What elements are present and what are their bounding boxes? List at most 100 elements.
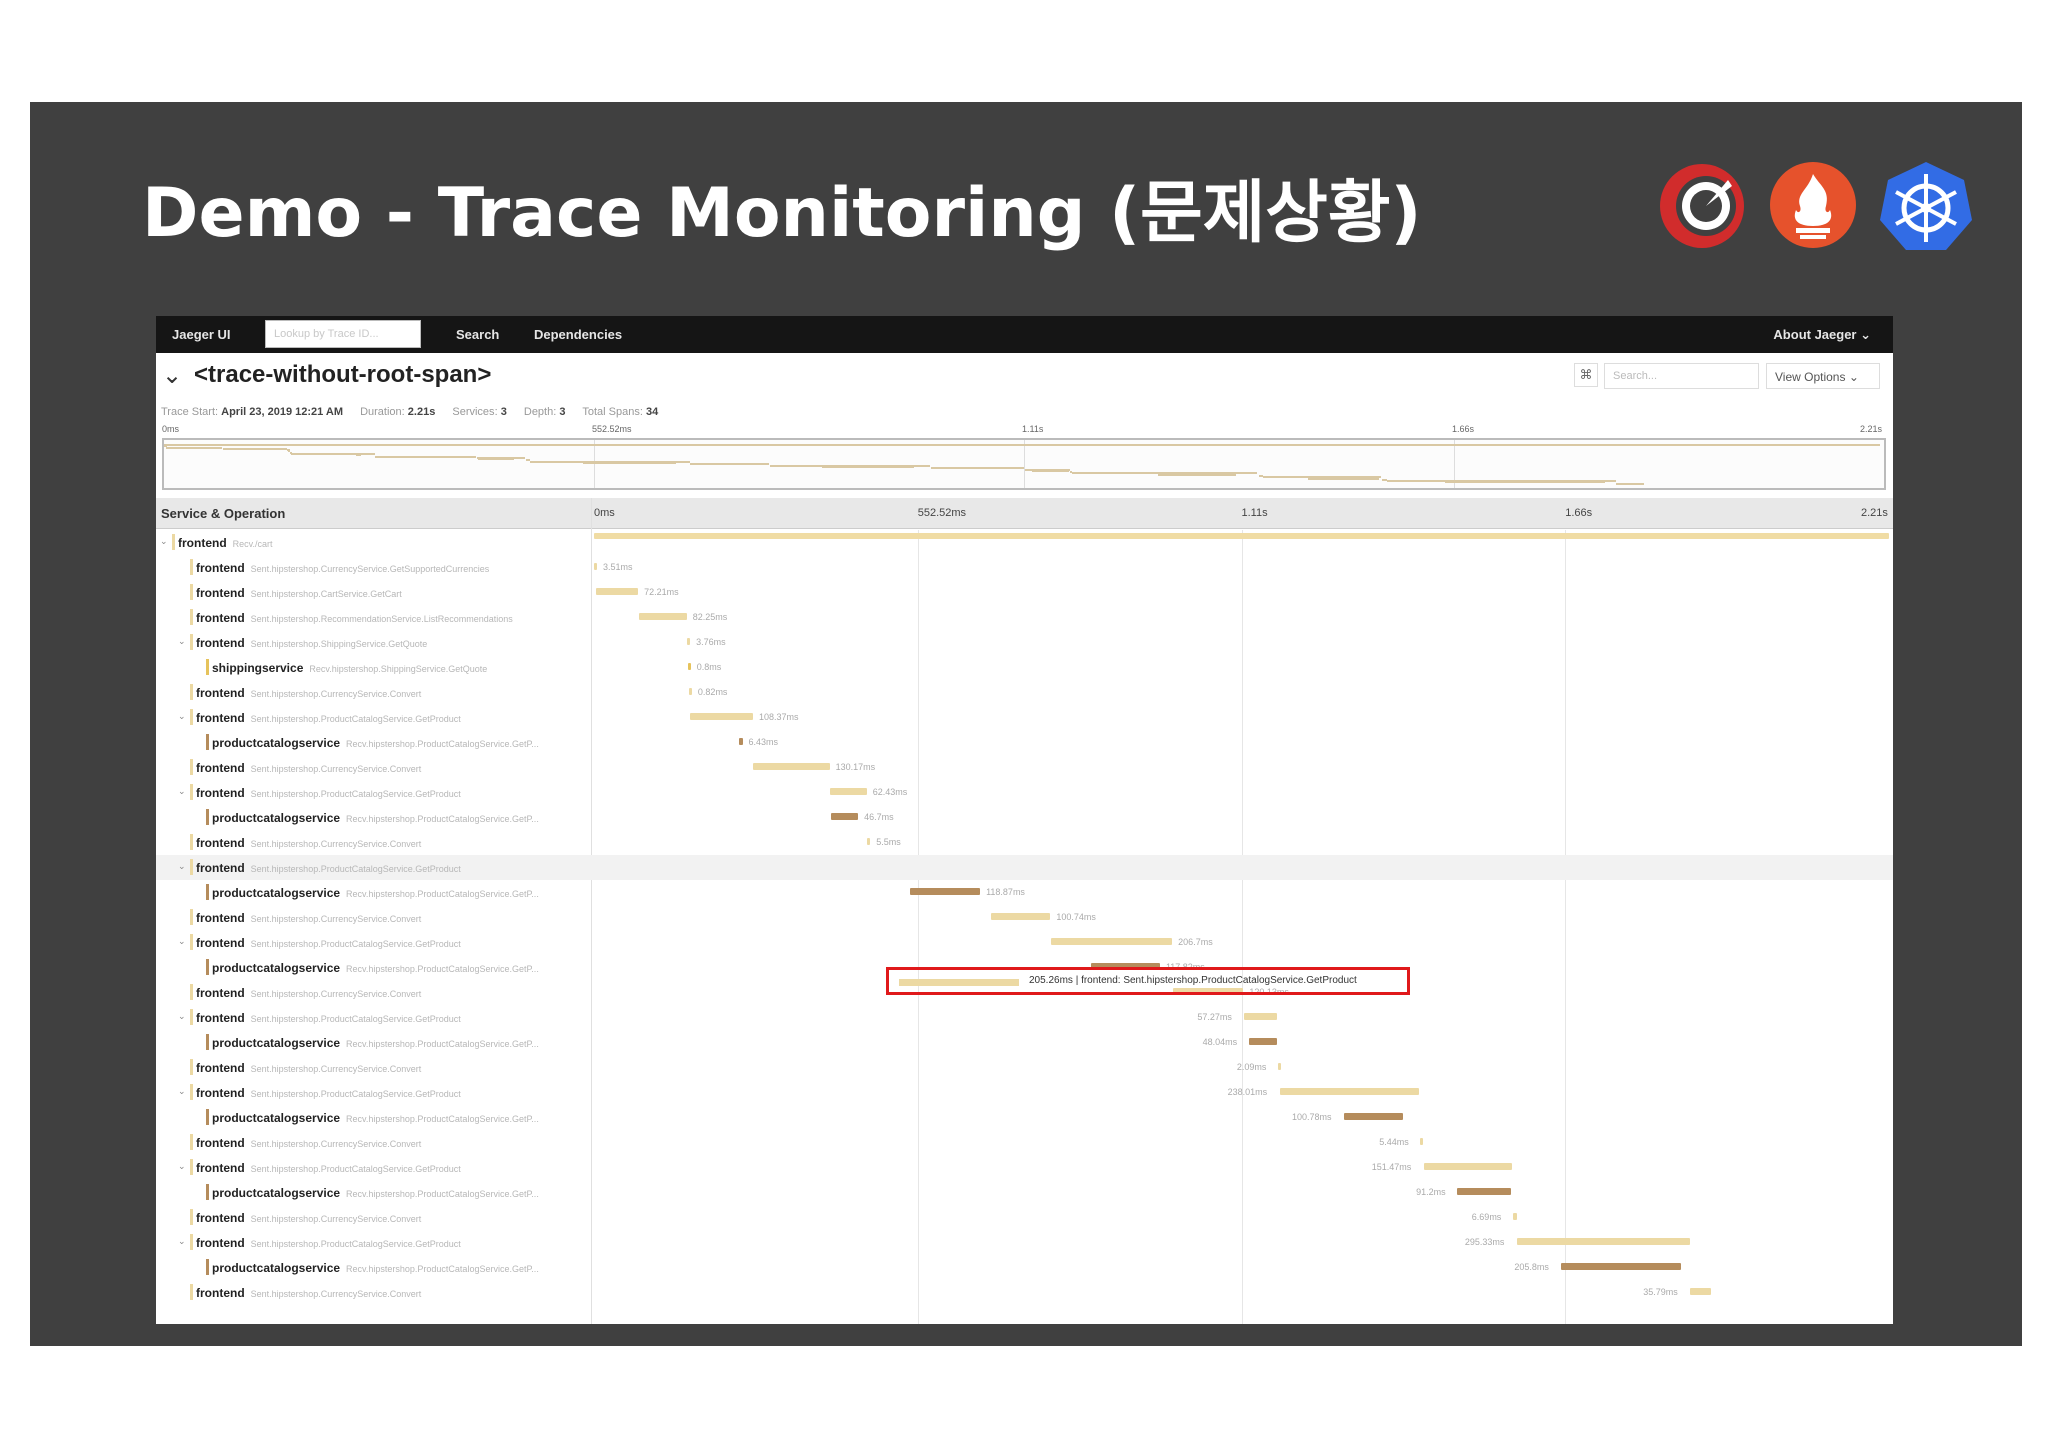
span-duration-bar[interactable] bbox=[1051, 938, 1173, 945]
span-row[interactable]: frontend Sent.hipstershop.RecommendationS… bbox=[156, 605, 1893, 630]
span-service-name[interactable]: frontend Sent.hipstershop.CurrencyService… bbox=[196, 761, 421, 775]
span-row[interactable]: frontend Sent.hipstershop.CurrencyService… bbox=[156, 1055, 1893, 1080]
span-duration-bar[interactable] bbox=[1423, 1163, 1513, 1170]
span-duration-bar[interactable] bbox=[1512, 1213, 1517, 1220]
span-row[interactable]: frontend Sent.hipstershop.CurrencyService… bbox=[156, 680, 1893, 705]
span-service-name[interactable]: frontend Sent.hipstershop.CurrencyService… bbox=[196, 836, 421, 850]
span-toggle-icon[interactable]: ⌄ bbox=[178, 936, 186, 947]
span-duration-bar[interactable] bbox=[595, 588, 639, 595]
span-row[interactable]: ⌄ frontend Sent.hipstershop.ProductCatalog… bbox=[156, 930, 1893, 955]
span-row[interactable]: productcatalogservice Recv.hipstershop.Pr… bbox=[156, 880, 1893, 905]
trace-id-lookup-input[interactable]: Lookup by Trace ID... bbox=[265, 320, 421, 348]
span-row[interactable]: ⌄ frontend Sent.hipstershop.ProductCatalog… bbox=[156, 1230, 1893, 1255]
span-service-name[interactable]: frontend Sent.hipstershop.ProductCatalogS… bbox=[196, 1011, 461, 1025]
span-duration-bar[interactable] bbox=[689, 713, 753, 720]
span-service-name[interactable]: frontend Sent.hipstershop.CurrencyService… bbox=[196, 561, 489, 575]
span-service-name[interactable]: productcatalogservice Recv.hipstershop.Pr… bbox=[212, 736, 539, 750]
span-service-name[interactable]: frontend Sent.hipstershop.CartService.Get… bbox=[196, 586, 402, 600]
span-toggle-icon[interactable]: ⌄ bbox=[178, 1011, 186, 1022]
span-duration-bar[interactable] bbox=[688, 688, 692, 695]
span-duration-bar[interactable] bbox=[594, 563, 597, 570]
minimap-viewport[interactable] bbox=[162, 438, 1886, 490]
keyboard-shortcut-icon[interactable]: ⌘ bbox=[1574, 363, 1598, 387]
span-row[interactable]: productcatalogservice Recv.hipstershop.Pr… bbox=[156, 1105, 1893, 1130]
span-duration-bar[interactable] bbox=[1344, 1113, 1404, 1120]
span-row[interactable]: ⌄ frontend Sent.hipstershop.ProductCatalog… bbox=[156, 780, 1893, 805]
span-service-name[interactable]: frontend Sent.hipstershop.ProductCatalogS… bbox=[196, 936, 461, 950]
span-row[interactable]: frontend Sent.hipstershop.CurrencyService… bbox=[156, 905, 1893, 930]
span-row[interactable]: frontend Sent.hipstershop.CurrencyService… bbox=[156, 555, 1893, 580]
span-toggle-icon[interactable]: ⌄ bbox=[178, 1161, 186, 1172]
span-row[interactable]: frontend Sent.hipstershop.CurrencyService… bbox=[156, 830, 1893, 855]
span-service-name[interactable]: frontend Sent.hipstershop.ProductCatalogS… bbox=[196, 1236, 461, 1250]
span-toggle-icon[interactable]: ⌄ bbox=[178, 786, 186, 797]
span-duration-bar[interactable] bbox=[594, 533, 1889, 539]
span-row[interactable]: frontend Sent.hipstershop.CartService.Get… bbox=[156, 580, 1893, 605]
span-service-name[interactable]: productcatalogservice Recv.hipstershop.Pr… bbox=[212, 811, 539, 825]
span-toggle-icon[interactable]: ⌄ bbox=[178, 1086, 186, 1097]
span-service-name[interactable]: frontend Recv./cart bbox=[178, 536, 273, 550]
span-row[interactable]: productcatalogservice Recv.hipstershop.Pr… bbox=[156, 1255, 1893, 1280]
span-row[interactable]: frontend Sent.hipstershop.CurrencyService… bbox=[156, 1130, 1893, 1155]
span-duration-bar[interactable] bbox=[1249, 1038, 1278, 1045]
span-service-name[interactable]: frontend Sent.hipstershop.ProductCatalogS… bbox=[196, 1086, 461, 1100]
span-service-name[interactable]: frontend Sent.hipstershop.ProductCatalogS… bbox=[196, 711, 461, 725]
span-duration-bar[interactable] bbox=[991, 913, 1051, 920]
span-duration-bar[interactable] bbox=[1560, 1263, 1682, 1270]
span-duration-bar[interactable] bbox=[1279, 1088, 1420, 1095]
span-service-name[interactable]: frontend Sent.hipstershop.ShippingService… bbox=[196, 636, 427, 650]
span-service-name[interactable]: productcatalogservice Recv.hipstershop.Pr… bbox=[212, 1186, 539, 1200]
span-service-name[interactable]: frontend Sent.hipstershop.CurrencyService… bbox=[196, 686, 421, 700]
span-toggle-icon[interactable]: ⌄ bbox=[178, 1236, 186, 1247]
span-service-name[interactable]: productcatalogservice Recv.hipstershop.Pr… bbox=[212, 886, 539, 900]
span-duration-bar[interactable] bbox=[830, 813, 859, 820]
span-row[interactable]: ⌄ frontend Sent.hipstershop.ProductCatalog… bbox=[156, 1155, 1893, 1180]
span-duration-bar[interactable] bbox=[687, 638, 691, 645]
span-service-name[interactable]: productcatalogservice Recv.hipstershop.Pr… bbox=[212, 1036, 539, 1050]
span-service-name[interactable]: frontend Sent.hipstershop.CurrencyService… bbox=[196, 986, 421, 1000]
span-row[interactable]: shippingservice Recv.hipstershop.Shipping… bbox=[156, 655, 1893, 680]
jaeger-ui-brand[interactable]: Jaeger UI bbox=[172, 327, 231, 342]
nav-dependencies-link[interactable]: Dependencies bbox=[534, 327, 622, 342]
trace-search-input[interactable]: Search... bbox=[1604, 363, 1759, 389]
span-row[interactable]: productcatalogservice Recv.hipstershop.Pr… bbox=[156, 1180, 1893, 1205]
span-service-name[interactable]: frontend Sent.hipstershop.CurrencyService… bbox=[196, 1211, 421, 1225]
span-row[interactable]: ⌄ frontend Sent.hipstershop.ProductCatalog… bbox=[156, 1080, 1893, 1105]
span-service-name[interactable]: frontend Sent.hipstershop.CurrencyService… bbox=[196, 1286, 421, 1300]
span-service-name[interactable]: productcatalogservice Recv.hipstershop.Pr… bbox=[212, 1111, 539, 1125]
span-service-name[interactable]: frontend Sent.hipstershop.ProductCatalogS… bbox=[196, 861, 461, 875]
span-service-name[interactable]: frontend Sent.hipstershop.ProductCatalogS… bbox=[196, 786, 461, 800]
span-toggle-icon[interactable]: ⌄ bbox=[178, 711, 186, 722]
span-service-name[interactable]: frontend Sent.hipstershop.CurrencyService… bbox=[196, 1136, 421, 1150]
about-jaeger-menu[interactable]: About Jaeger ⌄ bbox=[1773, 327, 1871, 343]
span-service-name[interactable]: frontend Sent.hipstershop.CurrencyService… bbox=[196, 911, 421, 925]
span-duration-bar[interactable] bbox=[1516, 1238, 1690, 1245]
span-duration-bar[interactable] bbox=[687, 663, 691, 670]
span-duration-bar[interactable] bbox=[910, 888, 981, 895]
span-row[interactable]: productcatalogservice Recv.hipstershop.Pr… bbox=[156, 1030, 1893, 1055]
span-duration-bar[interactable] bbox=[753, 763, 830, 770]
span-service-name[interactable]: frontend Sent.hipstershop.CurrencyService… bbox=[196, 1061, 421, 1075]
span-row[interactable]: ⌄ frontend Sent.hipstershop.ProductCatalog… bbox=[156, 705, 1893, 730]
span-toggle-icon[interactable]: ⌄ bbox=[178, 636, 186, 647]
span-service-name[interactable]: productcatalogservice Recv.hipstershop.Pr… bbox=[212, 961, 539, 975]
span-duration-bar[interactable] bbox=[830, 788, 867, 795]
span-service-name[interactable]: shippingservice Recv.hipstershop.Shipping… bbox=[212, 661, 487, 675]
span-service-name[interactable]: frontend Sent.hipstershop.RecommendationS… bbox=[196, 611, 513, 625]
span-duration-bar[interactable] bbox=[1420, 1138, 1424, 1145]
view-options-dropdown[interactable]: View Options ⌄ bbox=[1766, 363, 1880, 389]
span-row[interactable]: ⌄ frontend Sent.hipstershop.ProductCatalog… bbox=[156, 855, 1893, 880]
span-row[interactable]: ⌄ frontend Recv./cart bbox=[156, 530, 1893, 555]
span-toggle-icon[interactable]: ⌄ bbox=[178, 861, 186, 872]
span-duration-bar[interactable] bbox=[867, 838, 871, 845]
span-row[interactable]: productcatalogservice Recv.hipstershop.Pr… bbox=[156, 805, 1893, 830]
span-row[interactable]: frontend Sent.hipstershop.CurrencyService… bbox=[156, 755, 1893, 780]
span-duration-bar[interactable] bbox=[1457, 1188, 1511, 1195]
trace-minimap[interactable]: 0ms 552.52ms 1.11s 1.66s 2.21s bbox=[156, 424, 1893, 494]
span-row[interactable]: frontend Sent.hipstershop.CurrencyService… bbox=[156, 1205, 1893, 1230]
span-duration-bar[interactable] bbox=[638, 613, 687, 620]
span-row[interactable]: frontend Sent.hipstershop.CurrencyService… bbox=[156, 1280, 1893, 1305]
span-duration-bar[interactable] bbox=[1689, 1288, 1711, 1295]
span-row[interactable]: productcatalogservice Recv.hipstershop.Pr… bbox=[156, 730, 1893, 755]
span-duration-bar[interactable] bbox=[1277, 1063, 1281, 1070]
